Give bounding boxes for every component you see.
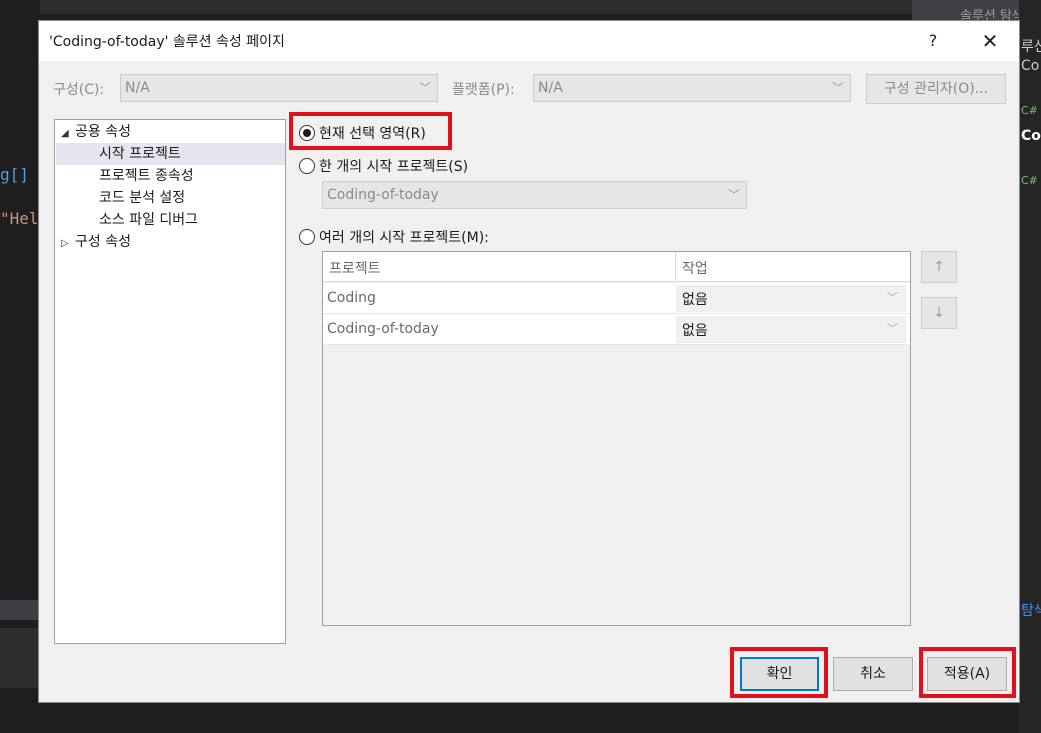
radio-multiple-startup[interactable]: 여러 개의 시작 프로젝트(M): bbox=[299, 227, 489, 247]
grid-header-divider bbox=[675, 252, 676, 282]
grid-cell-action-dropdown: 없음 ﹀ bbox=[676, 285, 906, 312]
solution-explorer-item[interactable]: 루션 bbox=[1021, 36, 1041, 56]
highlight-box bbox=[730, 647, 828, 698]
expand-arrow-icon[interactable]: ▷ bbox=[61, 233, 75, 255]
solution-explorer-item[interactable]: Co bbox=[1021, 58, 1039, 74]
solution-explorer-item[interactable]: Co bbox=[1021, 128, 1041, 144]
tree-item-startup-project[interactable]: 시작 프로젝트 bbox=[56, 143, 285, 165]
move-up-button: ↑ bbox=[921, 251, 957, 283]
tree-item-label: 공용 속성 bbox=[75, 124, 131, 140]
startup-projects-grid: 프로젝트 작업 Coding 없음 ﹀ Coding-of-today 없음 ﹀ bbox=[322, 251, 911, 626]
highlight-box bbox=[289, 112, 452, 150]
chevron-down-icon: ﹀ bbox=[418, 81, 431, 95]
solution-explorer-panel: 루션 Co C# Co C# 탐색 bbox=[1019, 0, 1041, 733]
grid-header-project: 프로젝트 bbox=[329, 261, 381, 277]
tree-item-label: 시작 프로젝트 bbox=[99, 146, 181, 162]
solution-property-pages-dialog: 'Coding-of-today' 솔루션 속성 페이지 ? ✕ 구성(C): … bbox=[38, 20, 1020, 703]
platform-value: N/A bbox=[538, 80, 563, 96]
cancel-button[interactable]: 취소 bbox=[833, 657, 913, 691]
arrow-up-icon: ↑ bbox=[933, 259, 945, 275]
tree-item-label: 구성 속성 bbox=[75, 234, 131, 250]
radio-label: 한 개의 시작 프로젝트(S) bbox=[319, 159, 469, 175]
explorer-tab-label[interactable]: 탐색 bbox=[1021, 600, 1041, 620]
platform-dropdown: N/A ﹀ bbox=[533, 74, 851, 102]
ide-top-bar bbox=[0, 0, 1041, 14]
radio-label: 여러 개의 시작 프로젝트(M): bbox=[319, 230, 489, 246]
ide-bottom-panel bbox=[0, 628, 40, 688]
code-fragment: "Hel bbox=[0, 209, 39, 228]
chevron-down-icon: ﹀ bbox=[831, 81, 844, 95]
radio-unchecked-icon[interactable] bbox=[299, 158, 315, 174]
tree-item-label: 프로젝트 종속성 bbox=[99, 168, 194, 184]
editor-horizontal-scrollbar[interactable] bbox=[0, 600, 40, 620]
chevron-down-icon: ﹀ bbox=[887, 322, 898, 335]
radio-unchecked-icon[interactable] bbox=[299, 229, 315, 245]
radio-single-startup[interactable]: 한 개의 시작 프로젝트(S) bbox=[299, 156, 468, 176]
help-button[interactable]: ? bbox=[919, 27, 947, 55]
grid-cell-action-value: 없음 bbox=[682, 323, 708, 339]
table-row: Coding-of-today 없음 ﹀ bbox=[323, 314, 910, 345]
code-fragment: g[] bbox=[0, 165, 29, 184]
grid-header-action: 작업 bbox=[682, 261, 708, 277]
tree-item-debug-source-files[interactable]: 소스 파일 디버그 bbox=[99, 209, 198, 231]
config-label: 구성(C): bbox=[53, 82, 105, 98]
grid-cell-action-value: 없음 bbox=[682, 292, 708, 308]
grid-cell-project: Coding bbox=[327, 290, 376, 306]
grid-cell-action-dropdown: 없음 ﹀ bbox=[676, 316, 906, 343]
code-editor-background: g[] "Hel bbox=[0, 0, 40, 733]
tree-item-project-dependencies[interactable]: 프로젝트 종속성 bbox=[99, 165, 194, 187]
grid-header: 프로젝트 작업 bbox=[323, 252, 910, 282]
tree-item-label: 코드 분석 설정 bbox=[99, 190, 186, 206]
tree-item-configuration-properties[interactable]: ▷ 구성 속성 bbox=[61, 231, 131, 253]
close-button[interactable]: ✕ bbox=[976, 27, 1004, 55]
csharp-file-icon[interactable]: C# bbox=[1021, 174, 1038, 187]
config-dropdown: N/A ﹀ bbox=[120, 74, 438, 102]
tree-item-label: 소스 파일 디버그 bbox=[99, 212, 199, 228]
table-row: Coding 없음 ﹀ bbox=[323, 283, 910, 314]
expand-arrow-icon[interactable]: ◢ bbox=[61, 123, 75, 145]
grid-cell-project: Coding-of-today bbox=[327, 321, 439, 337]
dialog-title: 'Coding-of-today' 솔루션 속성 페이지 bbox=[49, 34, 285, 50]
csharp-file-icon[interactable]: C# bbox=[1021, 104, 1038, 117]
chevron-down-icon: ﹀ bbox=[727, 188, 740, 202]
tree-item-common-properties[interactable]: ◢ 공용 속성 bbox=[61, 121, 285, 143]
highlight-box bbox=[919, 647, 1016, 698]
config-manager-button: 구성 관리자(O)... bbox=[866, 74, 1006, 104]
property-tree: ◢ 공용 속성 시작 프로젝트 프로젝트 종속성 코드 분석 설정 소스 파일 디… bbox=[54, 119, 286, 644]
platform-label: 플랫폼(P): bbox=[452, 82, 515, 98]
config-value: N/A bbox=[125, 80, 150, 96]
single-startup-dropdown: Coding-of-today ﹀ bbox=[322, 181, 747, 209]
tree-item-code-analysis[interactable]: 코드 분석 설정 bbox=[99, 187, 185, 209]
single-startup-value: Coding-of-today bbox=[327, 187, 439, 203]
chevron-down-icon: ﹀ bbox=[887, 291, 898, 304]
move-down-button: ↓ bbox=[921, 297, 957, 329]
arrow-down-icon: ↓ bbox=[933, 305, 945, 321]
dialog-title-bar: 'Coding-of-today' 솔루션 속성 페이지 ? ✕ bbox=[39, 21, 1019, 61]
